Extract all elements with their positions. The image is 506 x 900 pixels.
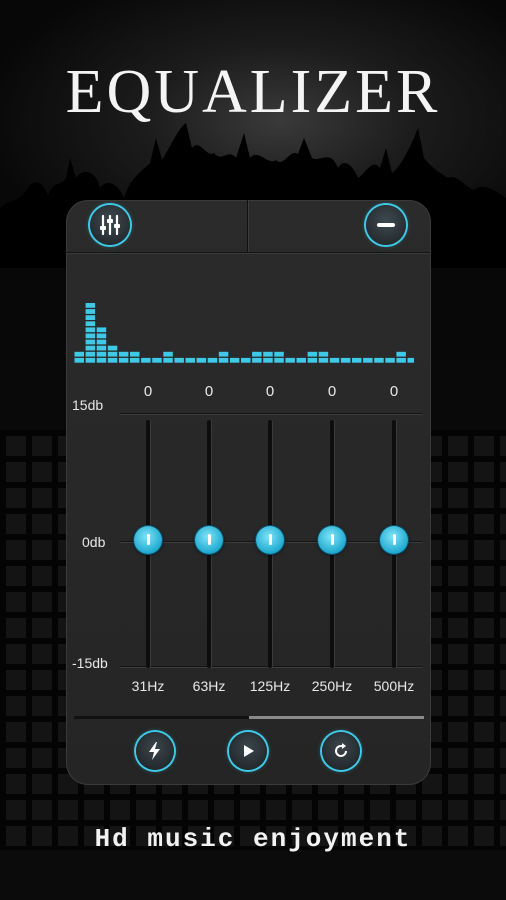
spectrum-cell	[274, 357, 284, 363]
spectrum-cell	[196, 357, 207, 363]
spectrum-cell	[241, 357, 251, 363]
spectrum-cell	[85, 315, 96, 320]
slider-knob-250hz[interactable]	[318, 525, 346, 554]
band-label-63hz: 63Hz	[192, 678, 226, 694]
spectrum-cell	[307, 357, 318, 363]
spectrum-cell	[285, 357, 295, 363]
spectrum-cell	[85, 351, 96, 357]
spectrum-cell	[218, 357, 229, 363]
spectrum-cell	[352, 357, 362, 363]
spectrum-cell	[374, 357, 384, 363]
toolbar-divider	[247, 200, 248, 252]
scale-max-label: 15db	[72, 397, 104, 413]
scale-min-label: -15db	[72, 655, 108, 671]
band-value-250hz: 0	[327, 383, 337, 400]
spectrum-cell	[396, 357, 406, 363]
scale-mid-label: 0db	[82, 534, 106, 550]
spectrum-cell	[96, 357, 107, 363]
spectrum-cell	[252, 357, 262, 363]
spectrum-cell	[307, 351, 318, 357]
band-value-31hz: 0	[143, 383, 153, 400]
spectrum-cell	[96, 339, 107, 345]
spectrum-cell	[96, 345, 107, 351]
spectrum-cell	[96, 327, 107, 333]
band-label-500hz: 500Hz	[373, 678, 415, 694]
spectrum-cell	[85, 339, 96, 345]
spectrum-cell	[218, 351, 229, 357]
spectrum-cell	[85, 333, 96, 339]
spectrum-cell	[385, 357, 395, 363]
play-icon[interactable]	[229, 732, 267, 770]
slider-knob-125hz[interactable]	[256, 525, 284, 554]
equalizer-sliders-icon[interactable]	[90, 205, 130, 245]
spectrum-cell	[96, 333, 107, 339]
spectrum-cell	[130, 357, 140, 363]
spectrum-cell	[163, 357, 173, 363]
spectrum-cell	[152, 357, 162, 363]
spectrum-cell	[85, 357, 96, 363]
scale-max-line	[120, 413, 422, 414]
spectrum-cell	[107, 351, 118, 357]
slider-knob-500hz[interactable]	[380, 525, 408, 554]
spectrum-cell	[85, 303, 96, 308]
spectrum-cell	[318, 357, 329, 363]
spectrum-visualizer	[74, 303, 414, 363]
spectrum-cell	[340, 357, 351, 363]
spectrum-cell	[118, 351, 129, 357]
spectrum-cell	[85, 309, 96, 314]
spectrum-cell	[296, 357, 306, 363]
toolbar-divider-bottom	[66, 252, 431, 253]
spectrum-cell	[274, 351, 284, 357]
spectrum-cell	[85, 321, 96, 327]
refresh-icon[interactable]	[322, 732, 360, 770]
spectrum-cell	[163, 351, 173, 357]
spectrum-cell	[396, 351, 406, 357]
band-label-250hz: 250Hz	[311, 678, 353, 694]
tagline: Hd music enjoyment	[94, 824, 412, 854]
spectrum-cell	[263, 357, 273, 363]
toolbar	[66, 200, 431, 253]
band-value-63hz: 0	[204, 383, 214, 400]
playback-progress-fill	[74, 716, 249, 719]
spectrum-cell	[85, 345, 96, 351]
spectrum-cell	[141, 357, 151, 363]
spectrum-cell	[118, 357, 129, 363]
spectrum-cell	[107, 345, 118, 351]
spectrum-cell	[229, 357, 240, 363]
slider-knob-31hz[interactable]	[134, 525, 162, 554]
spectrum-cell	[263, 351, 273, 357]
equalizer-panel: 0 0 0 0 0 15db 0db -15db 31Hz 63Hz 125Hz…	[66, 200, 431, 785]
spectrum-cell	[207, 357, 218, 363]
spectrum-cell	[107, 357, 118, 363]
spectrum-cell	[407, 357, 414, 363]
band-value-125hz: 0	[265, 383, 275, 400]
band-label-125hz: 125Hz	[249, 678, 291, 694]
spectrum-cell	[174, 357, 184, 363]
spectrum-cell	[318, 351, 329, 357]
playback-progress-bar[interactable]	[74, 716, 424, 719]
minus-icon[interactable]	[366, 205, 406, 245]
spectrum-cell	[252, 351, 262, 357]
spectrum-cell	[96, 351, 107, 357]
spectrum-cell	[74, 351, 84, 357]
spectrum-cell	[74, 357, 84, 363]
app-title: EQUALIZER	[65, 58, 441, 126]
spectrum-cell	[130, 351, 140, 357]
spectrum-cell	[85, 327, 96, 333]
spectrum-cell	[329, 357, 340, 363]
spectrum-cell	[185, 357, 195, 363]
band-label-31hz: 31Hz	[131, 678, 165, 694]
slider-knob-63hz[interactable]	[195, 525, 223, 554]
spectrum-cell	[363, 357, 373, 363]
band-value-500hz: 0	[389, 383, 399, 400]
lightning-icon[interactable]	[136, 732, 174, 770]
